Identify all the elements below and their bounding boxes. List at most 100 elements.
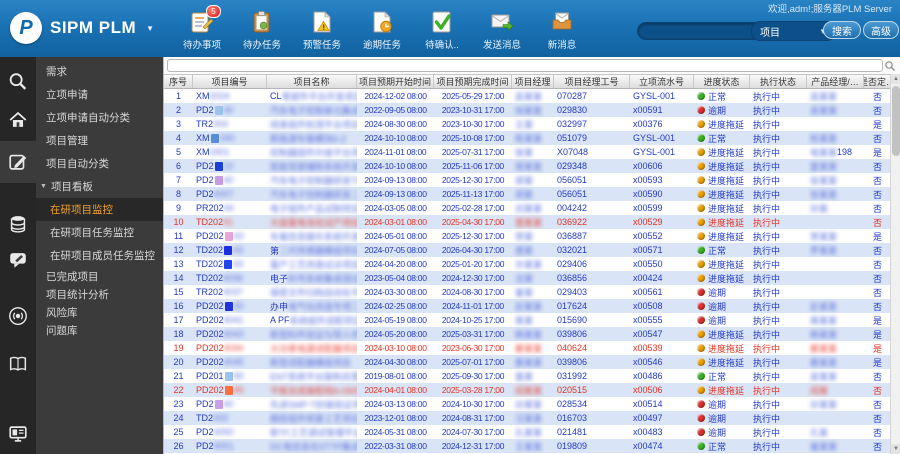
table-row[interactable]: 3 TR2 004 线束组件检测平台项目 2024-08-30 08:00 2023-10… [164,117,891,131]
table-row[interactable]: 25 PD2 4050 新TF工艺调试管理平台 2024-05-31 08:00 2024… [164,425,891,439]
cell-end-date: 2024-08-31 17:00 [441,413,505,423]
cell-row-number: 9 [175,203,181,213]
table-row[interactable]: 5 XM2401 控制器固件升级平台项目 2024-11-01 08:00 2025-0… [164,145,891,159]
table-row[interactable]: 6 PD2 10 智能驾驶辅助系统开发 2024-10-10 08:00 2025-11-… [164,159,891,173]
monitor-icon[interactable] [0,417,36,451]
cell-product-manager: 阎某 [807,383,864,397]
vertical-scrollbar[interactable]: ▲ ▼ [890,74,900,454]
table-row[interactable]: 23 PD240 先进SMP-T封装验证项目 2024-03-13 08:00 2024… [164,397,891,411]
sidebar-item-0[interactable]: 需求 [36,60,163,83]
database-icon[interactable] [0,207,36,241]
cell-start-date: 2024-05-19 08:00 [364,315,427,325]
column-header-1[interactable]: 项目编号 [193,75,267,88]
cell-end-date: 2025-09-30 17:00 [441,371,505,381]
table-row[interactable]: 17 PD202 4041 A PF 系统组件适配项目 2024-05-19 08:00 2… [164,313,891,327]
table-row[interactable]: 1 XM 2024 CL 零部件平台开发项目 2024-12-02 08:00 2025-0… [164,89,891,103]
toolbar-item-overdue-page[interactable]: 逾期任务 [352,9,412,51]
sidebar-item-2[interactable]: 立项申请自动分类 [36,106,163,129]
redacted-text: ENT系统平台架构目里专项 [270,371,357,382]
toolbar-item-confirm-check[interactable]: 待确认.. [412,9,472,51]
toolbar-item-new-mail[interactable]: 新消息 [532,9,592,51]
sidebar-item-11[interactable]: 风险库 [36,303,163,321]
table-row[interactable]: 2 PD240 汽车电子控制单元集成TW 2022-09-05 08:00 2023-1… [164,103,891,117]
home-icon[interactable] [0,103,36,137]
advanced-search-button[interactable]: 高级 [863,21,899,39]
cell-is-custom: 否 [872,217,882,228]
cell-row-number: 5 [175,147,181,157]
cell-project-manager: 阎某某 [512,383,554,397]
book-icon[interactable] [0,347,36,381]
scrollbar-thumb[interactable] [892,86,900,156]
sidebar-item-9[interactable]: 已完成项目 [36,267,163,285]
cell-project-code: PD2 10 [196,161,234,171]
global-search-input[interactable] [637,22,763,40]
column-header-5[interactable]: 项目经理 [512,75,554,88]
cell-row-number: 25 [173,427,184,437]
scroll-up-arrow-icon[interactable]: ▲ [891,74,900,84]
table-row[interactable]: 16 PD20240 办申电气化改造专项二期 2024-02-25 08:00 2024… [164,299,891,313]
table-row[interactable]: 12 TD202 43 第二代传感器模组项目 2024-07-05 08:00 2026-… [164,243,891,257]
table-row[interactable]: 19 PD202 4044 大功率电源适配器项目 2024-03-10 08:00 202… [164,341,891,355]
chat-icon[interactable] [0,243,36,277]
cell-end-date: 2025-07-01 17:00 [441,357,505,367]
cell-project-name: 电子料号系统集成测试评 [267,271,357,285]
column-header-2[interactable]: 项目名称 [267,75,357,88]
broadcast-icon[interactable] [0,299,36,333]
table-row[interactable]: 20 PD202 4045 新型适配器模组项目 2024-04-30 08:00 2025… [164,355,891,369]
column-header-6[interactable]: 项目经理工号 [554,75,630,88]
table-row[interactable]: 9 PR202 44 电子组件产品试制项目 2024-03-05 08:00 2025-0… [164,201,891,215]
status-label: 进度拖延 [708,343,745,354]
table-row[interactable]: 13 TD20243 量产工艺改造试点项目二 2024-04-20 08:00 2025… [164,257,891,271]
sidebar-item-5[interactable]: ▼ 项目看板 [36,175,163,198]
sidebar-item-10[interactable]: 项目统计分析 [36,285,163,303]
sidebar-item-12[interactable]: 问题库 [36,321,163,339]
icon-rail [0,57,36,454]
redacted-block [224,371,233,381]
search-button[interactable]: 搜索 [823,21,861,39]
table-row[interactable]: 7 PD2 40 汽车电子控制器研发TW 2024-09-13 08:00 2025-12… [164,173,891,187]
redacted-name: 夏某某 [810,161,838,172]
table-row[interactable]: 10 TD202 41 大容量电池包试产项目 2024-03-01 08:00 2025-… [164,215,891,229]
column-header-9[interactable]: 执行状态 [750,75,807,88]
cell-manager-id: 015690 [557,315,588,325]
column-header-11[interactable]: 是否定… [864,75,891,88]
cell-start-date: 2024-04-01 08:00 [364,385,427,395]
table-row[interactable]: 4 XM 240 新能源车载模块6-2 2024-10-10 08:00 2025-10-… [164,131,891,145]
table-row[interactable]: 24 TD2 003 精密组件修复工艺项目 2023-12-01 08:00 2024-0… [164,411,891,425]
sidebar-item-1[interactable]: 立项申请 [36,83,163,106]
app-logo[interactable]: P SIPM PLM ▼ [10,12,154,44]
sidebar-item-4[interactable]: 项目自动分类 [36,152,163,175]
status-label: 进度拖延 [708,231,745,242]
sidebar-item-8[interactable]: 在研项目成员任务监控 [36,244,163,267]
table-row[interactable]: 21 PD20190 ENT系统平台架构目里专项 2019-08-01 08:00 20… [164,369,891,383]
toolbar-item-warning-page[interactable]: 预警任务 [292,9,352,51]
column-header-8[interactable]: 进度状态 [694,75,750,88]
sidebar-item-6[interactable]: 在研项目监控 [36,198,163,221]
table-row[interactable]: 15 TR2024037 保密文件归档自动化平台 2024-03-30 08:00 20… [164,285,891,299]
sipm-search-icon[interactable] [0,65,36,99]
sidebar-item-7[interactable]: 在研项目任务监控 [36,221,163,244]
toolbar-item-clipboard-task[interactable]: 待办任务 [232,9,292,51]
redacted-name: 彭某某 [515,301,543,312]
sidebar-item-3[interactable]: 项目管理 [36,129,163,152]
table-row[interactable]: 18 PD2024043 新型料件验证与导入项目 2024-05-20 08:00 20… [164,327,891,341]
table-row[interactable]: 14 TD2024036 电子料号系统集成测试评 2023-05-04 08:00 20… [164,271,891,285]
table-row[interactable]: 22 PD20240 平板总成装配线A-09/DCS 2024-04-01 08:00… [164,383,891,397]
table-row[interactable]: 26 PD24051 DC电信息化STTP集成项目〈 2022-03-31 08:00… [164,439,891,453]
table-row[interactable]: 8 PD24007 汽车电子控制器研发二期 2024-09-13 08:00 2025-… [164,187,891,201]
column-header-3[interactable]: 项目预期开始时间 [357,75,434,88]
table-row[interactable]: 11 PD202 43 车载信息娱乐系统开发 2024-05-01 08:00 2025-… [164,229,891,243]
cell-exec-status: 执行中 [753,119,781,130]
column-header-4[interactable]: 项目预期完成时间 [434,75,512,88]
scroll-down-arrow-icon[interactable]: ▼ [891,444,900,454]
column-header-7[interactable]: 立项流水号 [630,75,694,88]
edit-icon[interactable] [0,141,36,183]
toolbar-item-send-mail[interactable]: 发送消息 [472,9,532,51]
column-header-10[interactable]: 产品经理/… [807,75,864,88]
toolbar-item-todo-list[interactable]: 5 待办事项 [172,5,232,51]
search-icon[interactable] [884,59,896,71]
redacted-text: 4051 [213,441,234,451]
cell-project-code: PD202 4044 [196,343,244,353]
table-filter-input[interactable] [167,59,883,72]
column-header-0[interactable]: 序号 [164,75,193,88]
